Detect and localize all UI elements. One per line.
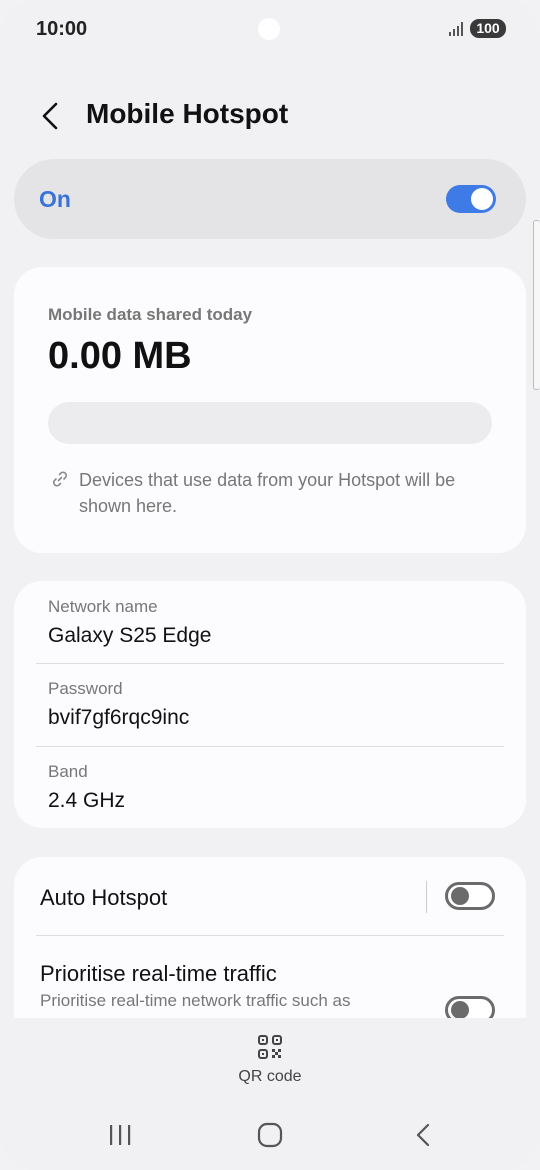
data-shared-label: Mobile data shared today bbox=[48, 305, 253, 324]
system-nav-bar bbox=[0, 1110, 540, 1160]
network-name-row[interactable]: Network name Galaxy S25 Edge bbox=[14, 581, 526, 663]
auto-hotspot-label: Auto Hotspot bbox=[40, 885, 168, 910]
qr-code-label: QR code bbox=[238, 1068, 302, 1085]
qr-code-icon bbox=[258, 1035, 282, 1059]
home-button[interactable] bbox=[250, 1120, 290, 1150]
devices-note: Devices that use data from your Hotspot … bbox=[79, 470, 456, 516]
band-value: 2.4 GHz bbox=[48, 789, 126, 812]
hotspot-options-card: Auto Hotspot Prioritise real-time traffi… bbox=[14, 857, 526, 1018]
band-row[interactable]: Band 2.4 GHz bbox=[14, 747, 526, 828]
app-header: Mobile Hotspot bbox=[0, 90, 540, 140]
hotspot-master-switch-row[interactable]: On bbox=[14, 159, 526, 239]
link-icon bbox=[53, 471, 67, 487]
recents-icon bbox=[110, 1125, 131, 1145]
prioritise-traffic-toggle[interactable] bbox=[445, 996, 495, 1018]
vertical-separator bbox=[426, 881, 427, 913]
password-label: Password bbox=[48, 679, 123, 698]
page-title: Mobile Hotspot bbox=[86, 98, 289, 129]
toggle-knob bbox=[451, 887, 469, 905]
band-label: Band bbox=[48, 762, 88, 781]
network-name-label: Network name bbox=[48, 597, 158, 616]
status-time: 10:00 bbox=[36, 18, 88, 40]
data-usage-bar bbox=[48, 402, 492, 444]
network-name-value: Galaxy S25 Edge bbox=[48, 624, 212, 647]
battery-indicator: 100 bbox=[470, 19, 506, 38]
signal-icon bbox=[449, 22, 463, 36]
home-icon bbox=[257, 1122, 283, 1148]
auto-hotspot-row[interactable]: Auto Hotspot bbox=[14, 857, 526, 935]
hotspot-state-label: On bbox=[39, 186, 71, 212]
auto-hotspot-toggle[interactable] bbox=[445, 882, 495, 910]
data-usage-card: Mobile data shared today 0.00 MB Devices… bbox=[14, 267, 526, 553]
camera-cutout bbox=[258, 18, 280, 40]
status-bar: 10:00 100 bbox=[0, 0, 540, 60]
prioritise-traffic-description: Prioritise real-time network traffic suc… bbox=[40, 991, 351, 1010]
nav-back-icon bbox=[416, 1123, 430, 1147]
network-settings-card: Network name Galaxy S25 Edge Password bv… bbox=[14, 581, 526, 828]
back-button[interactable] bbox=[30, 96, 70, 136]
toggle-knob bbox=[451, 1001, 469, 1018]
data-shared-amount: 0.00 MB bbox=[48, 335, 192, 377]
phone-screen: 10:00 100 Mobile Hotspot On Mobile data … bbox=[0, 0, 540, 1170]
toggle-knob bbox=[471, 188, 493, 210]
password-value: bvif7gf6rqc9inc bbox=[48, 706, 190, 729]
qr-code-button[interactable]: QR code bbox=[220, 1030, 320, 1094]
password-row[interactable]: Password bvif7gf6rqc9inc bbox=[14, 664, 526, 746]
prioritise-traffic-row[interactable]: Prioritise real-time traffic Prioritise … bbox=[14, 936, 526, 1018]
prioritise-traffic-label: Prioritise real-time traffic bbox=[40, 961, 277, 986]
back-arrow-icon bbox=[42, 102, 58, 130]
recents-button[interactable] bbox=[100, 1120, 140, 1150]
nav-back-button[interactable] bbox=[403, 1120, 443, 1150]
scroll-indicator[interactable] bbox=[533, 220, 540, 390]
hotspot-toggle[interactable] bbox=[446, 185, 496, 213]
